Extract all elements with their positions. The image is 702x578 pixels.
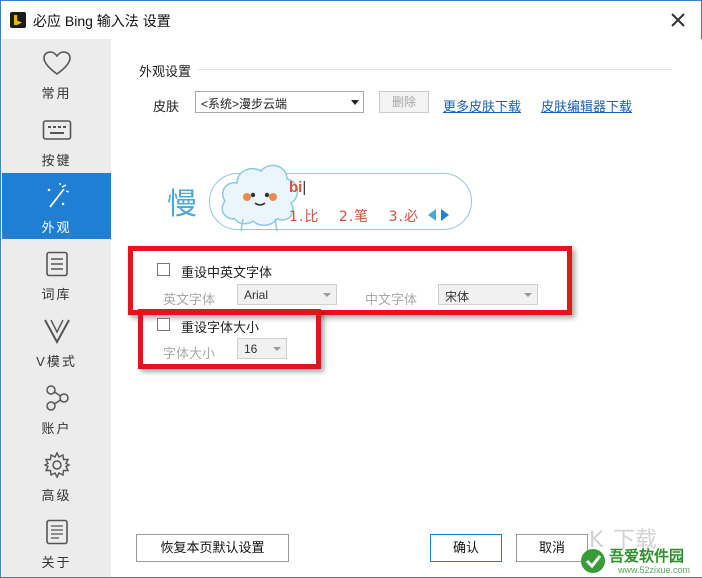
sidebar-item-v-mode[interactable]: V模式 xyxy=(2,307,111,373)
sidebar-item-label: 关于 xyxy=(41,555,72,570)
magic-wand-icon xyxy=(42,183,72,211)
font-size-value: 16 xyxy=(244,342,258,356)
more-skins-link[interactable]: 更多皮肤下载 xyxy=(443,96,521,115)
section-title: 外观设置 xyxy=(139,64,192,79)
sidebar-item-label: V模式 xyxy=(36,354,77,369)
share-nodes-icon xyxy=(42,384,72,412)
sidebar-item-account[interactable]: 账户 xyxy=(2,374,111,440)
sidebar-item-dictionary[interactable]: 词库 xyxy=(2,240,111,306)
close-icon xyxy=(671,13,685,27)
watermark-url: www.52zixue.com xyxy=(618,565,691,575)
skin-label: 皮肤 xyxy=(153,99,180,114)
restore-defaults-button[interactable]: 恢复本页默认设置 xyxy=(136,534,289,562)
close-button[interactable] xyxy=(661,5,695,35)
chevron-down-icon xyxy=(323,293,331,297)
sidebar-item-about[interactable]: 关于 xyxy=(2,508,111,574)
candidate-item: 2.笔 xyxy=(338,209,370,225)
font-size-label: 字体大小 xyxy=(163,346,216,361)
v-letter-icon xyxy=(42,317,72,345)
reset-font-label: 重设中英文字体 xyxy=(181,265,273,280)
font-size-select[interactable]: 16 xyxy=(237,338,287,359)
skin-select[interactable]: <系统>漫步云端 xyxy=(195,91,364,113)
sidebar-item-advanced[interactable]: 高级 xyxy=(2,441,111,507)
chinese-font-select[interactable]: 宋体 xyxy=(438,284,538,305)
section-divider xyxy=(197,69,672,70)
info-document-icon xyxy=(42,518,72,546)
preview-typed-char: 慢 xyxy=(167,188,197,221)
keyboard-icon xyxy=(42,116,72,144)
appearance-panel: 外观设置 皮肤 <系统>漫步云端 删除 更多皮肤下载 皮肤编辑器下载 慢 bi|… xyxy=(111,39,702,577)
title-bar: 必应 Bing 输入法 设置 xyxy=(1,1,701,39)
page-arrows-icon xyxy=(428,209,449,221)
candidate-item: 3.必 xyxy=(388,209,419,225)
preview-pinyin: bi| xyxy=(289,179,306,196)
chevron-down-icon xyxy=(351,100,359,105)
chinese-font-label: 中文字体 xyxy=(365,292,418,307)
watermark-text: 吾爱软件园 xyxy=(609,547,685,565)
sidebar-item-label: 外观 xyxy=(41,220,72,235)
sidebar-item-label: 常用 xyxy=(41,86,72,101)
preview-pinyin-text: bi xyxy=(289,179,303,196)
candidate-item: 1.比 xyxy=(289,209,320,225)
window-title: 必应 Bing 输入法 设置 xyxy=(33,13,171,29)
chevron-down-icon xyxy=(524,293,532,297)
reset-size-label: 重设字体大小 xyxy=(181,320,260,335)
bing-app-icon xyxy=(10,12,26,28)
sidebar: 常用 按键 外观 词库 V模式 账户 高级 关于 xyxy=(2,39,111,577)
chevron-down-icon xyxy=(273,347,281,351)
skin-editor-link[interactable]: 皮肤编辑器下载 xyxy=(541,96,632,115)
settings-window: 必应 Bing 输入法 设置 常用 按键 外观 词库 V模式 账户 高级 关于 … xyxy=(0,0,702,578)
english-font-value: Arial xyxy=(244,288,269,302)
ok-button[interactable]: 确认 xyxy=(430,534,502,562)
sidebar-item-label: 账户 xyxy=(41,421,72,436)
gear-icon xyxy=(42,451,72,479)
sidebar-item-label: 按键 xyxy=(41,153,72,168)
sidebar-item-label: 词库 xyxy=(41,287,72,302)
sidebar-item-label: 高级 xyxy=(41,488,72,503)
chinese-font-value: 宋体 xyxy=(445,290,470,304)
cloud-mascot-icon xyxy=(221,164,299,232)
skin-select-value: <系统>漫步云端 xyxy=(201,97,288,111)
preview-candidates: 1.比 2.笔 3.必 xyxy=(289,206,433,226)
delete-skin-button[interactable]: 删除 xyxy=(379,91,429,113)
reset-font-checkbox[interactable] xyxy=(157,263,170,276)
english-font-label: 英文字体 xyxy=(163,292,216,307)
sidebar-item-keys[interactable]: 按键 xyxy=(2,106,111,172)
reset-size-checkbox[interactable] xyxy=(157,318,170,331)
english-font-select[interactable]: Arial xyxy=(237,284,337,305)
sidebar-item-appearance[interactable]: 外观 xyxy=(2,173,111,239)
heart-icon xyxy=(42,49,72,77)
text-caret: | xyxy=(302,179,307,196)
document-icon xyxy=(42,250,72,278)
sidebar-item-common[interactable]: 常用 xyxy=(2,39,111,105)
